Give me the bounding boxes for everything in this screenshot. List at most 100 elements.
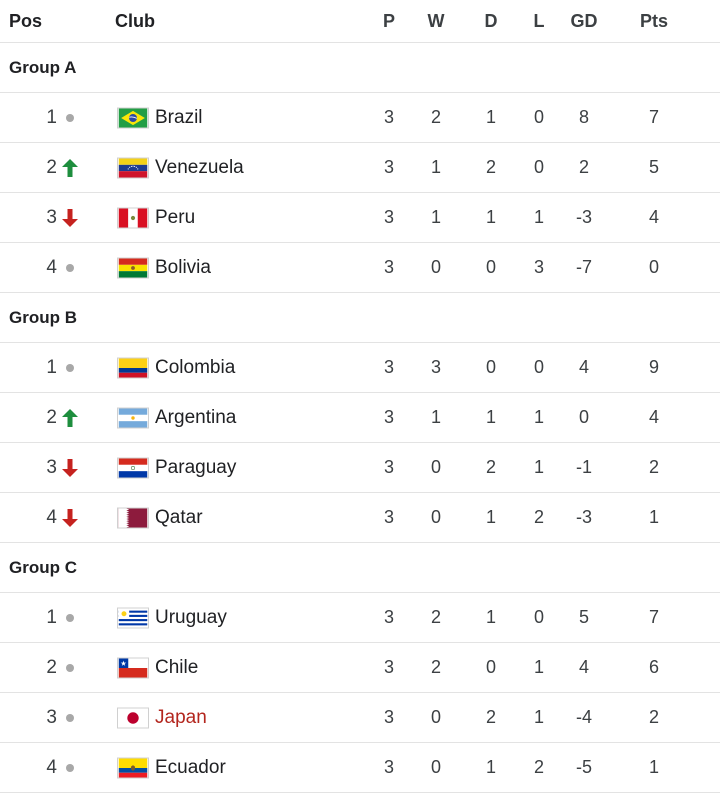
group-name: Group A: [9, 57, 77, 77]
table-row[interactable]: 1 Brazil 3 2 1 0 8 7: [0, 93, 720, 143]
lost-value: 1: [533, 207, 544, 227]
team-name[interactable]: Chile: [155, 657, 198, 679]
played-value: 3: [383, 257, 394, 277]
won-value: 2: [430, 657, 441, 677]
position: 2: [46, 656, 57, 678]
lost-value: 1: [533, 407, 544, 427]
table-row[interactable]: 2 Venezuela 3 1 2 0 2 5: [0, 143, 720, 193]
team-name[interactable]: Ecuador: [155, 757, 226, 779]
drawn-value: 0: [485, 257, 496, 277]
position: 4: [46, 756, 57, 778]
points-value: 7: [648, 107, 659, 127]
arrow-down-icon: [61, 208, 79, 228]
table-row[interactable]: 3 Peru 3 1 1 1 -3 4: [0, 193, 720, 243]
position: 4: [46, 506, 57, 528]
goal-difference-value: -7: [575, 257, 592, 277]
won-value: 0: [430, 507, 441, 527]
won-value: 2: [430, 607, 441, 627]
dot-icon: [61, 708, 79, 728]
played-value: 3: [383, 657, 394, 677]
points-value: 0: [648, 257, 659, 277]
table-row[interactable]: 3 Paraguay 3 0 2 1 -1 2: [0, 443, 720, 493]
played-value: 3: [383, 457, 394, 477]
played-value: 3: [383, 207, 394, 227]
goal-difference-value: -4: [575, 707, 592, 727]
dot-icon: [61, 358, 79, 378]
won-value: 1: [430, 407, 441, 427]
team-name[interactable]: Colombia: [155, 357, 235, 379]
dot-icon: [61, 108, 79, 128]
lost-value: 0: [533, 607, 544, 627]
position: 2: [46, 156, 57, 178]
goal-difference-value: 0: [578, 407, 589, 427]
header-club[interactable]: Club: [115, 0, 155, 42]
played-value: 3: [383, 157, 394, 177]
header-pos[interactable]: Pos: [9, 0, 42, 42]
team-name[interactable]: Peru: [155, 207, 195, 229]
lost-value: 2: [533, 507, 544, 527]
lost-value: 1: [533, 707, 544, 727]
points-value: 1: [648, 507, 659, 527]
header-points[interactable]: Pts: [634, 0, 674, 42]
team-name[interactable]: Paraguay: [155, 457, 236, 479]
won-value: 0: [430, 257, 441, 277]
peru-flag-icon: [117, 207, 149, 228]
standings-table: Pos Club P W D L GD Pts Group A 1 Brazil 3 2…: [0, 0, 720, 793]
points-value: 5: [648, 157, 659, 177]
header-won[interactable]: W: [416, 0, 456, 42]
won-value: 1: [430, 207, 441, 227]
goal-difference-value: 4: [578, 357, 589, 377]
arrow-down-icon: [61, 508, 79, 528]
team-name[interactable]: Qatar: [155, 507, 203, 529]
team-name[interactable]: Brazil: [155, 107, 203, 129]
goal-difference-value: -3: [575, 207, 592, 227]
drawn-value: 1: [485, 757, 496, 777]
table-row[interactable]: 3 Japan 3 0 2 1 -4 2: [0, 693, 720, 743]
team-name[interactable]: Bolivia: [155, 257, 211, 279]
lost-value: 3: [533, 257, 544, 277]
lost-value: 1: [533, 657, 544, 677]
points-value: 1: [648, 757, 659, 777]
dot-icon: [61, 258, 79, 278]
position: 1: [46, 606, 57, 628]
group-header: Group C: [0, 543, 720, 593]
table-row[interactable]: 2 Argentina 3 1 1 1 0 4: [0, 393, 720, 443]
header-lost[interactable]: L: [519, 0, 559, 42]
goal-difference-value: -1: [575, 457, 592, 477]
played-value: 3: [383, 757, 394, 777]
lost-value: 1: [533, 457, 544, 477]
lost-value: 0: [533, 157, 544, 177]
team-name[interactable]: Uruguay: [155, 607, 227, 629]
team-name[interactable]: Japan: [155, 707, 207, 729]
team-name[interactable]: Venezuela: [155, 157, 244, 179]
drawn-value: 1: [485, 407, 496, 427]
table-row[interactable]: 4 Qatar 3 0 1 2 -3 1: [0, 493, 720, 543]
won-value: 0: [430, 707, 441, 727]
played-value: 3: [383, 107, 394, 127]
dot-icon: [61, 608, 79, 628]
table-row[interactable]: 4 Ecuador 3 0 1 2 -5 1: [0, 743, 720, 793]
table-header: Pos Club P W D L GD Pts: [0, 0, 720, 43]
table-row[interactable]: 1 Colombia 3 3 0 0 4 9: [0, 343, 720, 393]
goal-difference-value: 4: [578, 657, 589, 677]
table-row[interactable]: 4 Bolivia 3 0 0 3 -7 0: [0, 243, 720, 293]
header-goal-difference[interactable]: GD: [564, 0, 604, 42]
table-row[interactable]: 1 Uruguay 3 2 1 0 5 7: [0, 593, 720, 643]
arrow-down-icon: [61, 458, 79, 478]
qatar-flag-icon: [117, 507, 149, 528]
venezuela-flag-icon: [117, 157, 149, 178]
played-value: 3: [383, 407, 394, 427]
goal-difference-value: -5: [575, 757, 592, 777]
group-name: Group B: [9, 307, 77, 327]
played-value: 3: [383, 507, 394, 527]
team-name[interactable]: Argentina: [155, 407, 236, 429]
drawn-value: 2: [485, 707, 496, 727]
header-played[interactable]: P: [369, 0, 409, 42]
points-value: 6: [648, 657, 659, 677]
header-drawn[interactable]: D: [471, 0, 511, 42]
played-value: 3: [383, 707, 394, 727]
played-value: 3: [383, 357, 394, 377]
drawn-value: 1: [485, 207, 496, 227]
position: 1: [46, 356, 57, 378]
table-row[interactable]: 2 Chile 3 2 0 1 4 6: [0, 643, 720, 693]
